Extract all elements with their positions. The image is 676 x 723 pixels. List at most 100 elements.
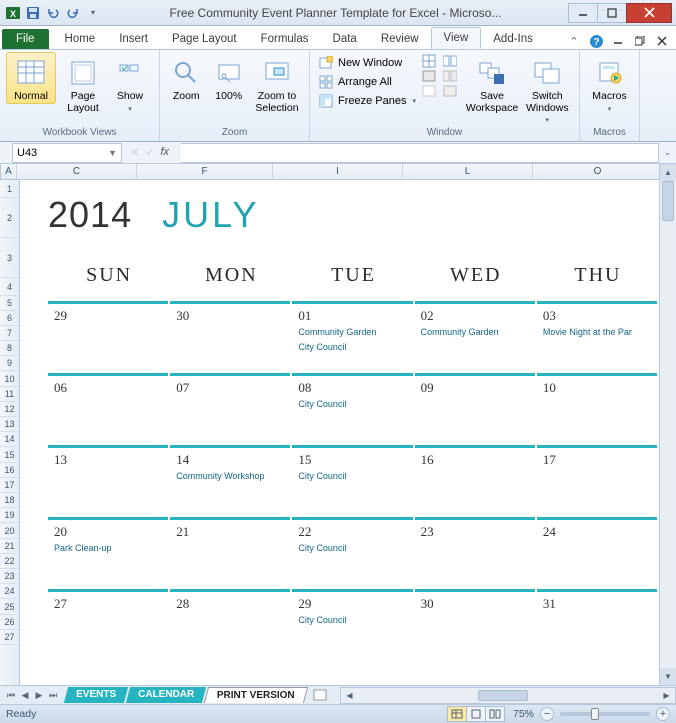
row-header[interactable]: 22 <box>0 554 19 569</box>
redo-icon[interactable] <box>64 4 82 22</box>
calendar-cell[interactable]: 02Community Garden <box>415 301 535 373</box>
zoom-slider[interactable] <box>560 712 650 716</box>
undo-icon[interactable] <box>44 4 62 22</box>
calendar-cell[interactable]: 06 <box>48 373 168 445</box>
column-header[interactable]: A <box>1 164 17 179</box>
horizontal-scrollbar[interactable]: ◀ ▶ <box>340 687 676 704</box>
calendar-cell[interactable]: 15City Council <box>292 445 412 517</box>
unhide-icon[interactable] <box>422 84 441 98</box>
hide-icon[interactable] <box>422 69 441 83</box>
calendar-cell[interactable]: 24 <box>537 517 657 589</box>
enter-formula-icon[interactable]: ✓ <box>145 146 154 159</box>
column-header[interactable]: L <box>403 164 533 179</box>
tab-insert[interactable]: Insert <box>107 29 160 49</box>
tab-nav-prev-icon[interactable]: ◀ <box>18 690 32 701</box>
formula-input[interactable] <box>181 143 659 163</box>
scroll-thumb[interactable] <box>662 181 674 221</box>
calendar-cell[interactable]: 30 <box>415 589 535 661</box>
calendar-cell[interactable]: 23 <box>415 517 535 589</box>
row-header[interactable]: 27 <box>0 630 19 645</box>
zoom-level[interactable]: 75% <box>513 708 534 720</box>
page-break-shortcut[interactable] <box>485 706 505 722</box>
row-header[interactable]: 14 <box>0 432 19 447</box>
scroll-right-icon[interactable]: ▶ <box>658 691 675 700</box>
expand-formula-icon[interactable]: ⌄ <box>659 148 676 157</box>
cancel-formula-icon[interactable]: ✕ <box>130 146 139 159</box>
row-header[interactable]: 18 <box>0 493 19 508</box>
tab-nav-last-icon[interactable]: ⏭ <box>46 690 60 701</box>
doc-minimize-icon[interactable] <box>610 33 626 49</box>
row-header[interactable]: 6 <box>0 311 19 326</box>
row-header[interactable]: 24 <box>0 584 19 599</box>
fx-icon[interactable]: fx <box>160 146 169 159</box>
help-icon[interactable]: ? <box>588 33 604 49</box>
page-layout-button[interactable]: Page Layout <box>58 52 108 115</box>
row-header[interactable]: 2 <box>0 198 19 238</box>
row-header[interactable]: 9 <box>0 356 19 371</box>
save-icon[interactable] <box>24 4 42 22</box>
zoom-slider-thumb[interactable] <box>591 708 599 720</box>
reset-position-icon[interactable] <box>443 84 462 98</box>
calendar-cell[interactable]: 29 <box>48 301 168 373</box>
tab-formulas[interactable]: Formulas <box>249 29 321 49</box>
sync-scroll-icon[interactable] <box>443 69 462 83</box>
tab-add-ins[interactable]: Add-Ins <box>481 29 545 49</box>
calendar-cell[interactable]: 31 <box>537 589 657 661</box>
normal-view-shortcut[interactable] <box>447 706 467 722</box>
column-headers[interactable]: ACFILO <box>0 164 659 180</box>
vertical-scrollbar[interactable]: ▲ ▼ <box>659 164 676 685</box>
maximize-button[interactable] <box>597 3 627 23</box>
sheet-tab[interactable]: EVENTS <box>64 687 128 703</box>
split-icon[interactable] <box>422 54 441 68</box>
minimize-ribbon-icon[interactable]: ⌃ <box>566 33 582 49</box>
calendar-cell[interactable]: 17 <box>537 445 657 517</box>
row-header[interactable]: 10 <box>0 371 19 387</box>
zoom-to-selection-button[interactable]: Zoom to Selection <box>251 52 303 115</box>
row-header[interactable]: 13 <box>0 417 19 432</box>
column-header[interactable]: I <box>273 164 403 179</box>
new-sheet-button[interactable] <box>312 688 330 702</box>
view-side-by-side-icon[interactable] <box>443 54 462 68</box>
tab-nav-next-icon[interactable]: ▶ <box>32 690 46 701</box>
sheet-tab[interactable]: CALENDAR <box>126 687 206 703</box>
arrange-all-button[interactable]: Arrange All <box>316 73 420 91</box>
column-header[interactable]: F <box>137 164 273 179</box>
calendar-cell[interactable]: 07 <box>170 373 290 445</box>
tab-home[interactable]: Home <box>53 29 108 49</box>
calendar-cell[interactable]: 16 <box>415 445 535 517</box>
calendar-cell[interactable]: 09 <box>415 373 535 445</box>
scroll-down-icon[interactable]: ▼ <box>660 668 676 685</box>
row-header[interactable]: 8 <box>0 341 19 356</box>
calendar-cell[interactable]: 21 <box>170 517 290 589</box>
row-header[interactable]: 3 <box>0 238 19 278</box>
new-window-button[interactable]: New Window <box>316 54 420 72</box>
page-layout-shortcut[interactable] <box>466 706 486 722</box>
tab-view[interactable]: View <box>431 27 482 49</box>
save-workspace-button[interactable]: Save Workspace <box>464 52 519 115</box>
zoom-in-button[interactable]: + <box>656 707 670 721</box>
doc-close-icon[interactable] <box>654 33 670 49</box>
row-header[interactable]: 17 <box>0 478 19 493</box>
freeze-panes-button[interactable]: Freeze Panes▾ <box>316 92 420 110</box>
row-header[interactable]: 1 <box>0 180 19 198</box>
hscroll-thumb[interactable] <box>478 690 528 701</box>
calendar-cell[interactable]: 22City Council <box>292 517 412 589</box>
calendar-cell[interactable]: 29City Council <box>292 589 412 661</box>
calendar-cell[interactable]: 30 <box>170 301 290 373</box>
calendar-cell[interactable]: 14Community Workshop <box>170 445 290 517</box>
qat-customize-icon[interactable]: ▾ <box>84 4 102 22</box>
row-headers[interactable]: 1234567891011121314151617181920212223242… <box>0 180 20 685</box>
row-header[interactable]: 11 <box>0 387 19 402</box>
calendar-cell[interactable]: 27 <box>48 589 168 661</box>
tab-page-layout[interactable]: Page Layout <box>160 29 249 49</box>
zoom-out-button[interactable]: − <box>540 707 554 721</box>
row-header[interactable]: 20 <box>0 523 19 539</box>
tab-data[interactable]: Data <box>321 29 369 49</box>
tab-file[interactable]: File <box>2 29 49 49</box>
scroll-up-icon[interactable]: ▲ <box>660 164 676 181</box>
calendar-cell[interactable]: 10 <box>537 373 657 445</box>
calendar-cell[interactable]: 01Community GardenCity Council <box>292 301 412 373</box>
row-header[interactable]: 7 <box>0 326 19 341</box>
row-header[interactable]: 25 <box>0 599 19 615</box>
row-header[interactable]: 23 <box>0 569 19 584</box>
